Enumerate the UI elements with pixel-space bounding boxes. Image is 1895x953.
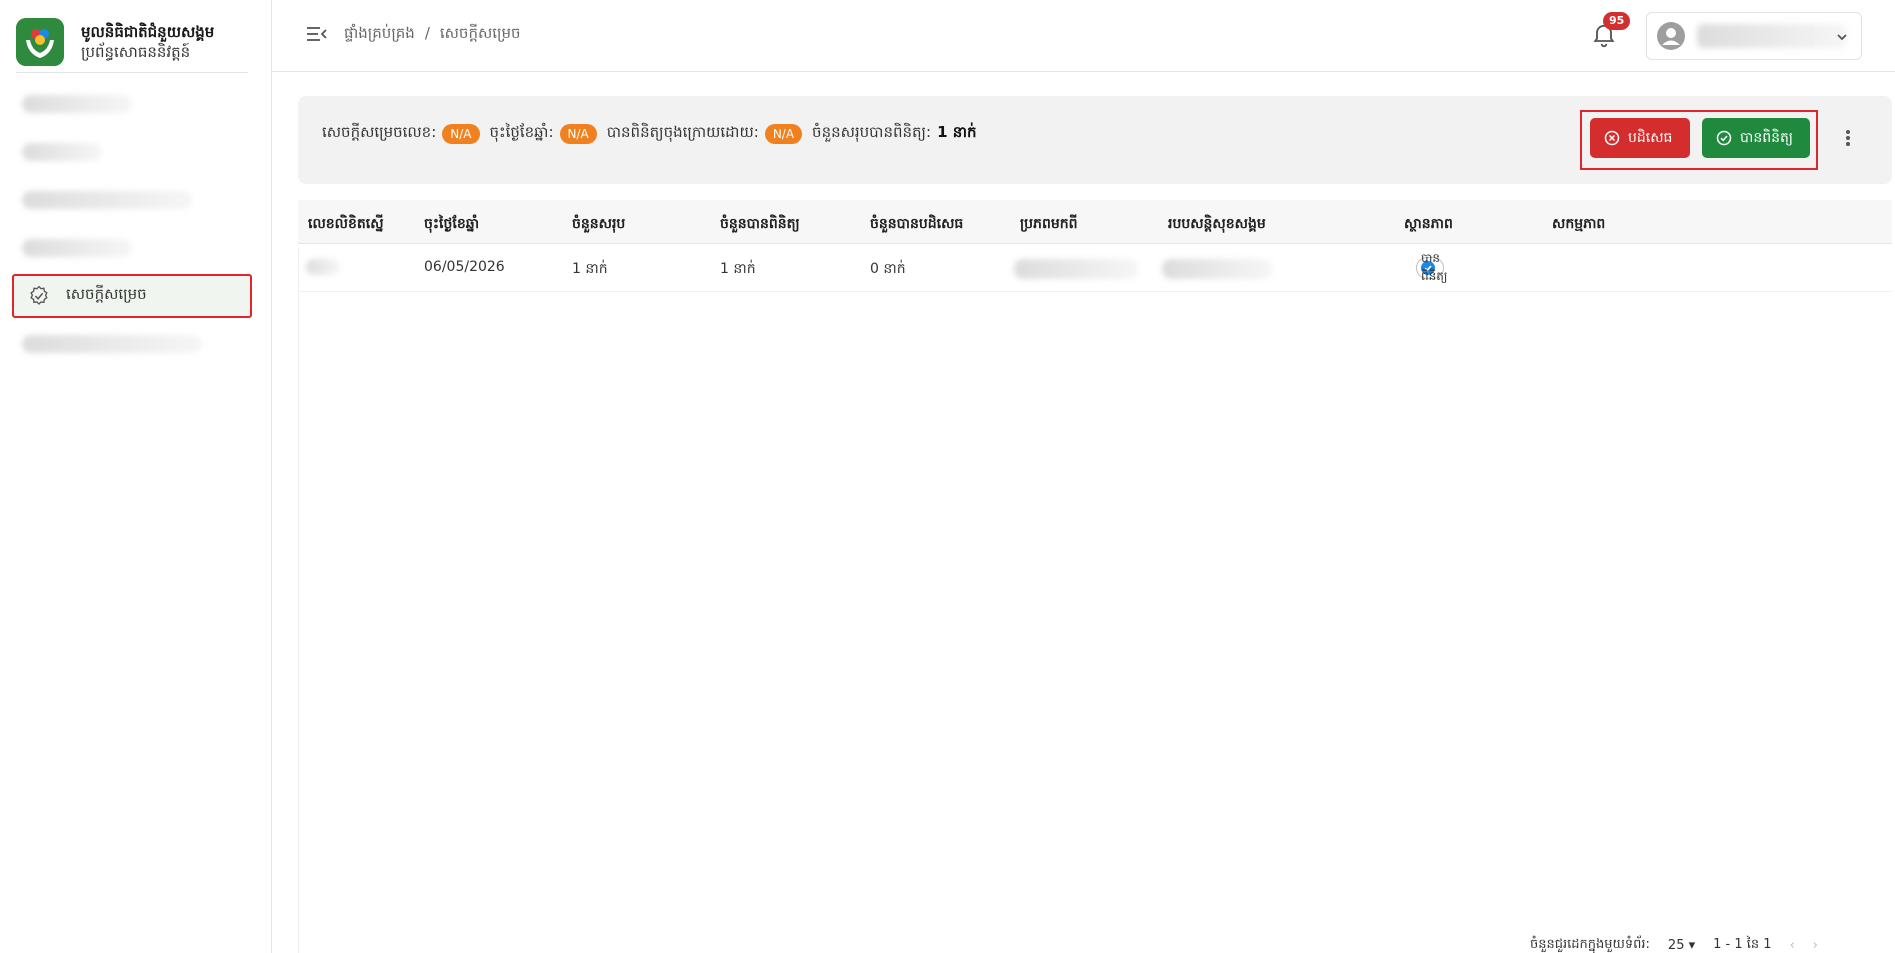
top-header: ផ្ទាំងគ្រប់គ្រង / សេចក្ដីសម្រេច 95 (272, 0, 1895, 72)
breadcrumb: ផ្ទាំងគ្រប់គ្រង / សេចក្ដីសម្រេច (344, 24, 521, 46)
blurred-label (22, 143, 102, 161)
approve-button[interactable]: បានពិនិត្យ (1702, 118, 1810, 158)
decisions-table: លេខលិខិតស្នើ ចុះថ្ងៃខែឆ្នាំ ចំនួនសរុប ចំ… (298, 200, 1892, 292)
total-verified-label: ចំនួនសរុបបានពិនិត្យ: (812, 123, 932, 141)
sidebar-item-label: សេចក្ដីសម្រេច (66, 285, 147, 303)
breadcrumb-current: សេចក្ដីសម្រេច (439, 24, 521, 42)
approve-button-label: បានពិនិត្យ (1740, 129, 1794, 146)
blurred-request-no (306, 259, 340, 275)
decision-no-value: N/A (442, 124, 480, 144)
breadcrumb-separator: / (424, 24, 430, 42)
page-range: 1 - 1 នៃ 1 (1713, 937, 1772, 952)
sidebar-item-6[interactable] (12, 322, 252, 366)
cell-date: 06/05/2026 (424, 259, 505, 275)
app-logo (16, 18, 64, 66)
sidebar-nav: សេចក្ដីសម្រេច (12, 82, 252, 370)
verified-by-label: បានពិនិត្យចុងក្រោយដោយ: (606, 123, 759, 141)
rows-per-page-select[interactable]: 25 ▾ (1668, 938, 1695, 953)
verified-badge-icon (28, 285, 50, 307)
cell-total: 1 នាក់ (572, 261, 608, 277)
status-badge: បានពិនិត្យ (1416, 251, 1447, 283)
col-social-scheme[interactable]: របបសន្តិសុខសង្គម (1168, 214, 1266, 235)
pagination: ចំនួនជួរដេកក្នុងមួយទំព័រ: 25 ▾ 1 - 1 នៃ … (1530, 936, 1818, 953)
notification-badge: 95 (1603, 12, 1631, 30)
table-left-border (298, 248, 299, 953)
blurred-username (1697, 24, 1847, 48)
reject-button-label: បដិសេធ (1628, 129, 1673, 146)
sidebar-item-4[interactable] (12, 226, 252, 270)
table-row[interactable]: 06/05/2026 1 នាក់ 1 នាក់ 0 នាក់ បានពិនិត… (298, 244, 1892, 292)
col-actions[interactable]: សកម្មភាព (1552, 214, 1605, 235)
sidebar-item-3[interactable] (12, 178, 252, 222)
col-verified[interactable]: ចំនួនបានពិនិត្យ (720, 214, 800, 235)
brand-title: មូលនិធិជាតិជំនួយសង្គម (81, 23, 215, 41)
col-rejected[interactable]: ចំនួនបានបដិសេធ (870, 214, 963, 235)
verified-by-value: N/A (764, 124, 803, 144)
date-label: ចុះថ្ងៃខែឆ្នាំ: (489, 123, 554, 141)
sidebar-item-1[interactable] (12, 82, 252, 126)
blurred-source (1014, 259, 1138, 279)
blurred-label (22, 335, 202, 353)
divider (16, 72, 248, 73)
cancel-circle-icon (1604, 130, 1620, 146)
cell-verified: 1 នាក់ (720, 261, 756, 277)
sidebar-item-decisions[interactable]: សេចក្ដីសម្រេច (12, 274, 252, 318)
reject-button[interactable]: បដិសេធ (1590, 118, 1690, 158)
sidebar: មូលនិធិជាតិជំនួយសង្គម ប្រព័ន្ធសោធននិវត្ត… (0, 0, 272, 953)
blurred-label (22, 191, 192, 209)
cell-rejected: 0 នាក់ (870, 261, 906, 277)
check-circle-icon (1716, 130, 1732, 146)
brand-subtitle: ប្រព័ន្ធសោធននិវត្តន៍ (81, 43, 191, 61)
decision-summary-bar: សេចក្ដីសម្រេចលេខ: N/A ចុះថ្ងៃខែឆ្នាំ: N/… (298, 96, 1892, 184)
col-status[interactable]: ស្ថានភាព (1404, 214, 1453, 235)
col-date[interactable]: ចុះថ្ងៃខែឆ្នាំ (424, 214, 479, 235)
sidebar-item-2[interactable] (12, 130, 252, 174)
prev-page-icon[interactable]: ‹ (1790, 938, 1795, 953)
date-value: N/A (559, 124, 597, 144)
more-vert-icon[interactable] (1838, 126, 1858, 150)
chevron-down-icon (1835, 29, 1849, 48)
col-source[interactable]: ប្រភពមកពី (1020, 214, 1078, 235)
blurred-social-scheme (1162, 259, 1272, 279)
total-verified-value: 1 នាក់ (937, 123, 977, 141)
col-request-no[interactable]: លេខលិខិតស្នើ (308, 214, 384, 235)
next-page-icon[interactable]: › (1813, 938, 1818, 953)
brand[interactable]: មូលនិធិជាតិជំនួយសង្គម ប្រព័ន្ធសោធននិវត្ត… (0, 0, 271, 72)
rows-per-page-label: ចំនួនជួរដេកក្នុងមួយទំព័រ: (1530, 937, 1650, 952)
status-label: បានពិនិត្យ (1421, 251, 1448, 283)
table-header: លេខលិខិតស្នើ ចុះថ្ងៃខែឆ្នាំ ចំនួនសរុប ចំ… (298, 200, 1892, 244)
col-total[interactable]: ចំនួនសរុប (572, 214, 625, 235)
menu-collapse-icon[interactable] (306, 24, 330, 44)
avatar (1657, 22, 1685, 50)
user-menu[interactable] (1646, 12, 1862, 60)
decision-no-label: សេចក្ដីសម្រេចលេខ: (322, 123, 437, 141)
breadcrumb-home[interactable]: ផ្ទាំងគ្រប់គ្រង (344, 24, 415, 46)
blurred-label (22, 239, 132, 257)
blurred-label (22, 95, 132, 113)
